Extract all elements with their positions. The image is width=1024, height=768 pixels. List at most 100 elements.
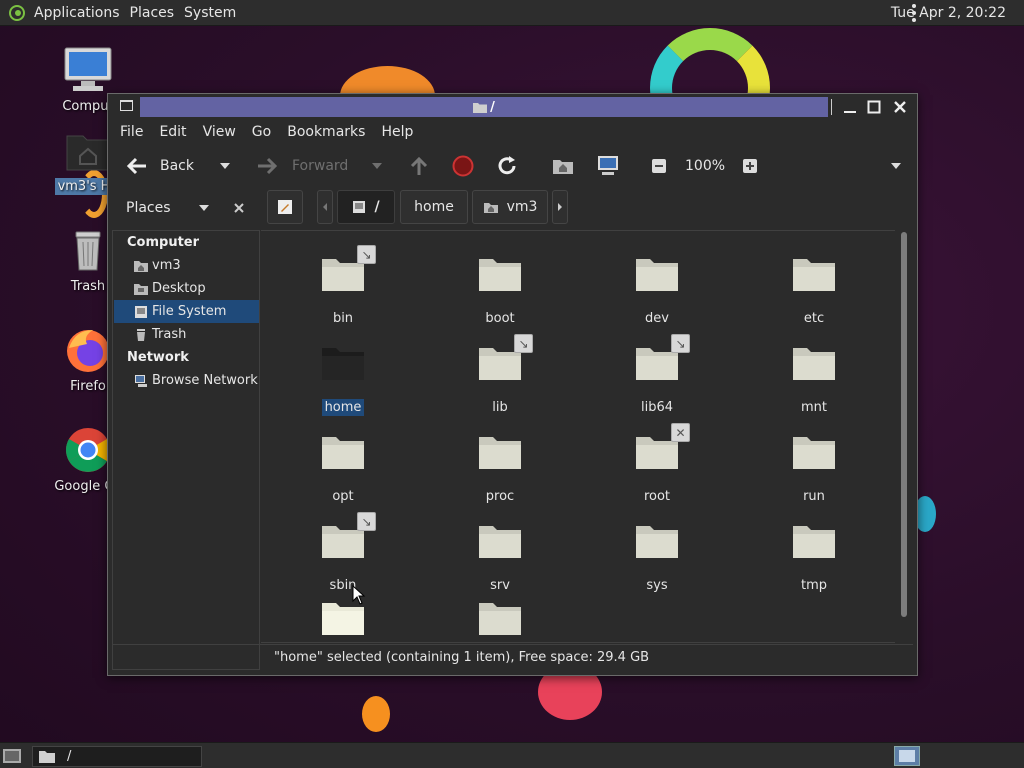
distro-logo-icon[interactable]	[8, 4, 26, 22]
forward-label: Forward	[292, 158, 349, 174]
home-button[interactable]	[552, 156, 574, 176]
chrome-icon	[66, 428, 110, 472]
file-manager-window: / File Edit View Go Bookmarks Help Back …	[107, 93, 918, 676]
workspace-switcher[interactable]	[894, 746, 920, 766]
folder-icon	[793, 348, 835, 380]
unreadable-emblem-icon: ✕	[671, 423, 690, 442]
sidebar-item-browse-network[interactable]: Browse Network	[114, 369, 259, 392]
computer-icon	[64, 47, 112, 91]
sidebar-heading-computer: Computer	[127, 235, 200, 250]
forward-button[interactable]: Forward	[256, 157, 348, 175]
status-bar: "home" selected (containing 1 item), Fre…	[112, 644, 913, 670]
symlink-emblem-icon: ↘	[671, 334, 690, 353]
trash-icon	[75, 231, 101, 271]
home-icon	[483, 203, 498, 213]
taskbar-window-label: /	[67, 749, 72, 764]
file-name: sys	[646, 578, 668, 593]
zoom-in-button[interactable]	[742, 158, 758, 174]
close-icon	[234, 203, 244, 213]
places-menu[interactable]: Places	[130, 5, 185, 21]
network-icon	[135, 374, 147, 387]
path-button-vm3[interactable]: vm3	[472, 190, 548, 224]
menu-go[interactable]: Go	[252, 124, 271, 140]
minimize-button[interactable]	[840, 97, 860, 117]
home-icon	[134, 260, 148, 272]
folder-icon	[39, 751, 55, 763]
places-label: Places	[126, 200, 171, 216]
path-scroll-right-button[interactable]	[552, 190, 568, 224]
zoom-out-icon	[652, 159, 666, 173]
home-folder-icon	[66, 135, 110, 171]
file-name: bin	[332, 311, 354, 326]
chevron-down-icon	[372, 163, 382, 169]
window-title-bar[interactable]: /	[140, 97, 828, 117]
back-button[interactable]: Back	[126, 157, 194, 175]
menu-bookmarks[interactable]: Bookmarks	[287, 124, 365, 140]
scrollbar-thumb[interactable]	[901, 232, 907, 617]
maximize-button[interactable]	[864, 97, 884, 117]
up-button[interactable]	[408, 155, 430, 177]
folder-icon	[322, 348, 364, 380]
edit-location-icon	[278, 200, 292, 214]
system-menu[interactable]: System	[184, 5, 246, 21]
path-scroll-left-button[interactable]	[317, 190, 333, 224]
menu-view[interactable]: View	[203, 124, 236, 140]
folder-icon	[473, 102, 488, 113]
titlebar-separator	[831, 99, 832, 115]
applications-menu[interactable]: Applications	[34, 5, 130, 21]
folder-icon	[479, 437, 521, 469]
folder-icon	[793, 259, 835, 291]
toggle-location-entry-button[interactable]	[267, 190, 303, 224]
path-button-home[interactable]: home	[400, 190, 468, 224]
symlink-emblem-icon: ↘	[357, 512, 376, 531]
forward-history-dropdown[interactable]	[371, 162, 383, 170]
sidebar-item-desktop[interactable]: Desktop	[114, 277, 259, 300]
file-name: opt	[332, 489, 354, 504]
window-titlebar[interactable]: /	[108, 94, 917, 119]
path-button-root[interactable]: /	[337, 190, 395, 224]
sidebar-item-trash[interactable]: Trash	[114, 323, 259, 346]
menu-help[interactable]: Help	[381, 124, 413, 140]
vertical-scrollbar[interactable]	[899, 232, 909, 642]
file-name: srv	[490, 578, 510, 593]
folder-icon	[479, 526, 521, 558]
home-icon	[553, 160, 573, 174]
close-button[interactable]	[890, 97, 910, 117]
file-name: dev	[645, 311, 669, 326]
zoom-level[interactable]: 100%	[685, 158, 725, 174]
reload-button[interactable]	[496, 155, 518, 177]
toolbar-overflow-dropdown[interactable]	[890, 162, 902, 170]
stop-button[interactable]	[452, 155, 474, 177]
menu-file[interactable]: File	[120, 124, 143, 140]
folder-icon	[793, 437, 835, 469]
mouse-cursor-icon	[352, 585, 366, 605]
sidebar-item-label: Desktop	[152, 281, 206, 296]
file-name: boot	[485, 311, 515, 326]
sidebar-item-file-system[interactable]: File System	[114, 300, 259, 323]
back-label: Back	[160, 158, 194, 174]
top-panel: Applications Places System Tue Apr 2, 20…	[0, 0, 1024, 26]
reload-icon	[498, 156, 516, 175]
clock[interactable]: Tue Apr 2, 20:22	[891, 5, 1006, 21]
taskbar-window-button[interactable]: /	[32, 746, 202, 767]
menu-edit[interactable]: Edit	[159, 124, 186, 140]
stop-icon	[452, 155, 474, 177]
file-name: home	[321, 399, 365, 416]
file-icon-view[interactable]: ↘ bin boot dev etc home ↘ lib ↘ lib64 mn…	[261, 230, 895, 643]
sidebar-item-vm3[interactable]: vm3	[114, 254, 259, 277]
sidebar-heading-network: Network	[127, 350, 189, 365]
window-menu-icon[interactable]	[120, 100, 133, 111]
close-sidebar-button[interactable]	[232, 201, 246, 219]
file-name: root	[643, 489, 671, 504]
computer-button[interactable]	[596, 155, 620, 177]
back-history-dropdown[interactable]	[219, 162, 231, 170]
sidebar-item-label: Trash	[152, 327, 187, 342]
zoom-out-button[interactable]	[651, 158, 667, 174]
chevron-down-icon	[199, 205, 209, 211]
trash-icon	[137, 328, 145, 341]
chevron-left-icon	[323, 203, 327, 211]
maximize-icon	[867, 100, 881, 114]
file-name: lib64	[640, 400, 674, 415]
show-desktop-icon[interactable]	[2, 747, 22, 765]
path-label: /	[374, 199, 380, 215]
